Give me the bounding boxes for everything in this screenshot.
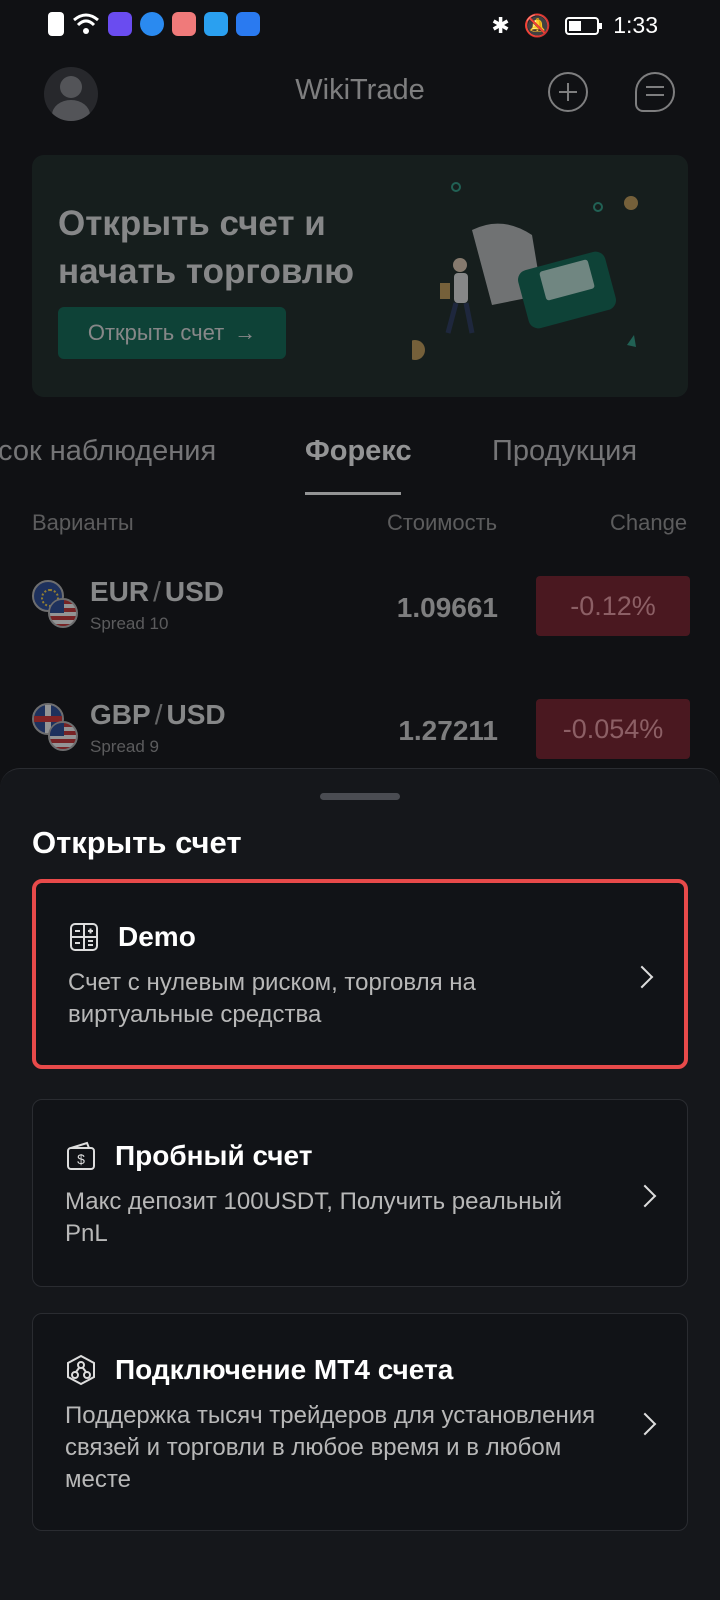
status-bar: ✱ 🔕 1:33 (0, 0, 720, 50)
music-app-icon (108, 12, 132, 36)
app-title: WikiTrade (295, 74, 425, 106)
tab-watchlist[interactable]: сок наблюдения (0, 435, 216, 468)
table-row[interactable]: GBP / USD Spread 9 1.27211 -0.054% (0, 693, 720, 773)
option-description: Поддержка тысяч трейдеров для установлен… (65, 1402, 596, 1493)
demo-account-option[interactable]: Demo Счет с нулевым риском, торговля на … (32, 879, 688, 1069)
mute-icon: 🔕 (523, 12, 552, 38)
bluetooth-icon: ✱ (491, 12, 510, 38)
pair-price: 1.09661 (396, 592, 498, 623)
sheet-title: Открыть счет (32, 825, 242, 860)
chevron-right-icon (633, 1184, 657, 1208)
pair-quote: USD (166, 699, 226, 730)
trial-account-option[interactable]: $ Пробный счет Макс депозит 100USDT, Пол… (32, 1099, 688, 1287)
option-description: Макс депозит 100USDT, Получить реальный … (65, 1188, 563, 1247)
svg-text:$: $ (77, 1151, 85, 1167)
pair-base: EUR (90, 576, 150, 607)
pair-symbol: GBP / USD (90, 699, 226, 731)
add-button[interactable] (548, 72, 588, 112)
option-title: Demo (118, 921, 196, 952)
search-app-icon (204, 12, 228, 36)
column-change: Change (610, 510, 688, 535)
tab-active-indicator (305, 492, 401, 495)
column-variants: Варианты (32, 510, 134, 535)
alert-icon (48, 12, 64, 36)
arrow-right-icon: → (234, 320, 257, 345)
network-icon (67, 1354, 95, 1386)
pair-separator: / (153, 576, 161, 607)
pair-flags (32, 703, 80, 753)
pair-change-badge: -0.12% (536, 576, 690, 636)
cloud-app-icon (236, 12, 260, 36)
us-flag-icon (48, 598, 78, 628)
calculator-icon (70, 923, 98, 951)
chevron-right-icon (630, 965, 654, 989)
pair-base: GBP (90, 699, 151, 730)
banner-title: Открыть счет и начать торговлю (58, 204, 355, 291)
payment-illustration (412, 182, 638, 360)
pair-quote: USD (164, 576, 225, 607)
pair-change-badge: -0.054% (536, 699, 690, 759)
tab-forex[interactable]: Форекс (305, 435, 412, 468)
pair-symbol: EUR / USD (90, 576, 224, 608)
mt4-account-option[interactable]: Подключение MT4 счета Поддержка тысяч тр… (32, 1313, 688, 1531)
banner-button-label: Открыть счет (87, 320, 225, 345)
status-left-icons (48, 12, 260, 36)
us-flag-icon (48, 721, 78, 751)
table-row[interactable]: EUR / USD Spread 10 1.09661 -0.12% (0, 570, 720, 650)
banner-open-account-button[interactable]: Открыть счет → (58, 307, 286, 359)
mail-app-icon (172, 12, 196, 36)
open-account-sheet: Открыть счет Demo Счет с нулевым риском,… (0, 768, 720, 1600)
pair-spread: Spread 9 (90, 737, 159, 756)
tab-products[interactable]: Продукция (492, 435, 637, 468)
option-title: Пробный счет (115, 1140, 313, 1171)
app-header: WikiTrade (0, 50, 720, 130)
market-tabs: сок наблюдения Форекс Продукция (0, 425, 720, 485)
pair-flags (32, 580, 80, 630)
messages-button[interactable] (635, 72, 675, 112)
option-title: Подключение MT4 счета (115, 1354, 454, 1385)
open-account-banner[interactable]: Открыть счет и начать торговлю Открыть с… (32, 155, 688, 397)
status-time: 1:33 (613, 12, 658, 38)
status-right: ✱ 🔕 1:33 (491, 12, 658, 39)
pair-spread: Spread 10 (90, 614, 169, 633)
pair-price: 1.27211 (398, 715, 498, 746)
option-description: Счет с нулевым риском, торговля на вирту… (68, 969, 476, 1028)
sheet-drag-handle[interactable] (320, 793, 400, 800)
column-value: Стоимость (387, 510, 498, 535)
wifi-icon (73, 13, 99, 34)
pair-separator: / (154, 699, 163, 730)
battery-icon (565, 16, 603, 35)
wallet-dollar-icon: $ (67, 1141, 95, 1170)
browser-app-icon (140, 12, 164, 36)
chevron-right-icon (633, 1412, 657, 1436)
